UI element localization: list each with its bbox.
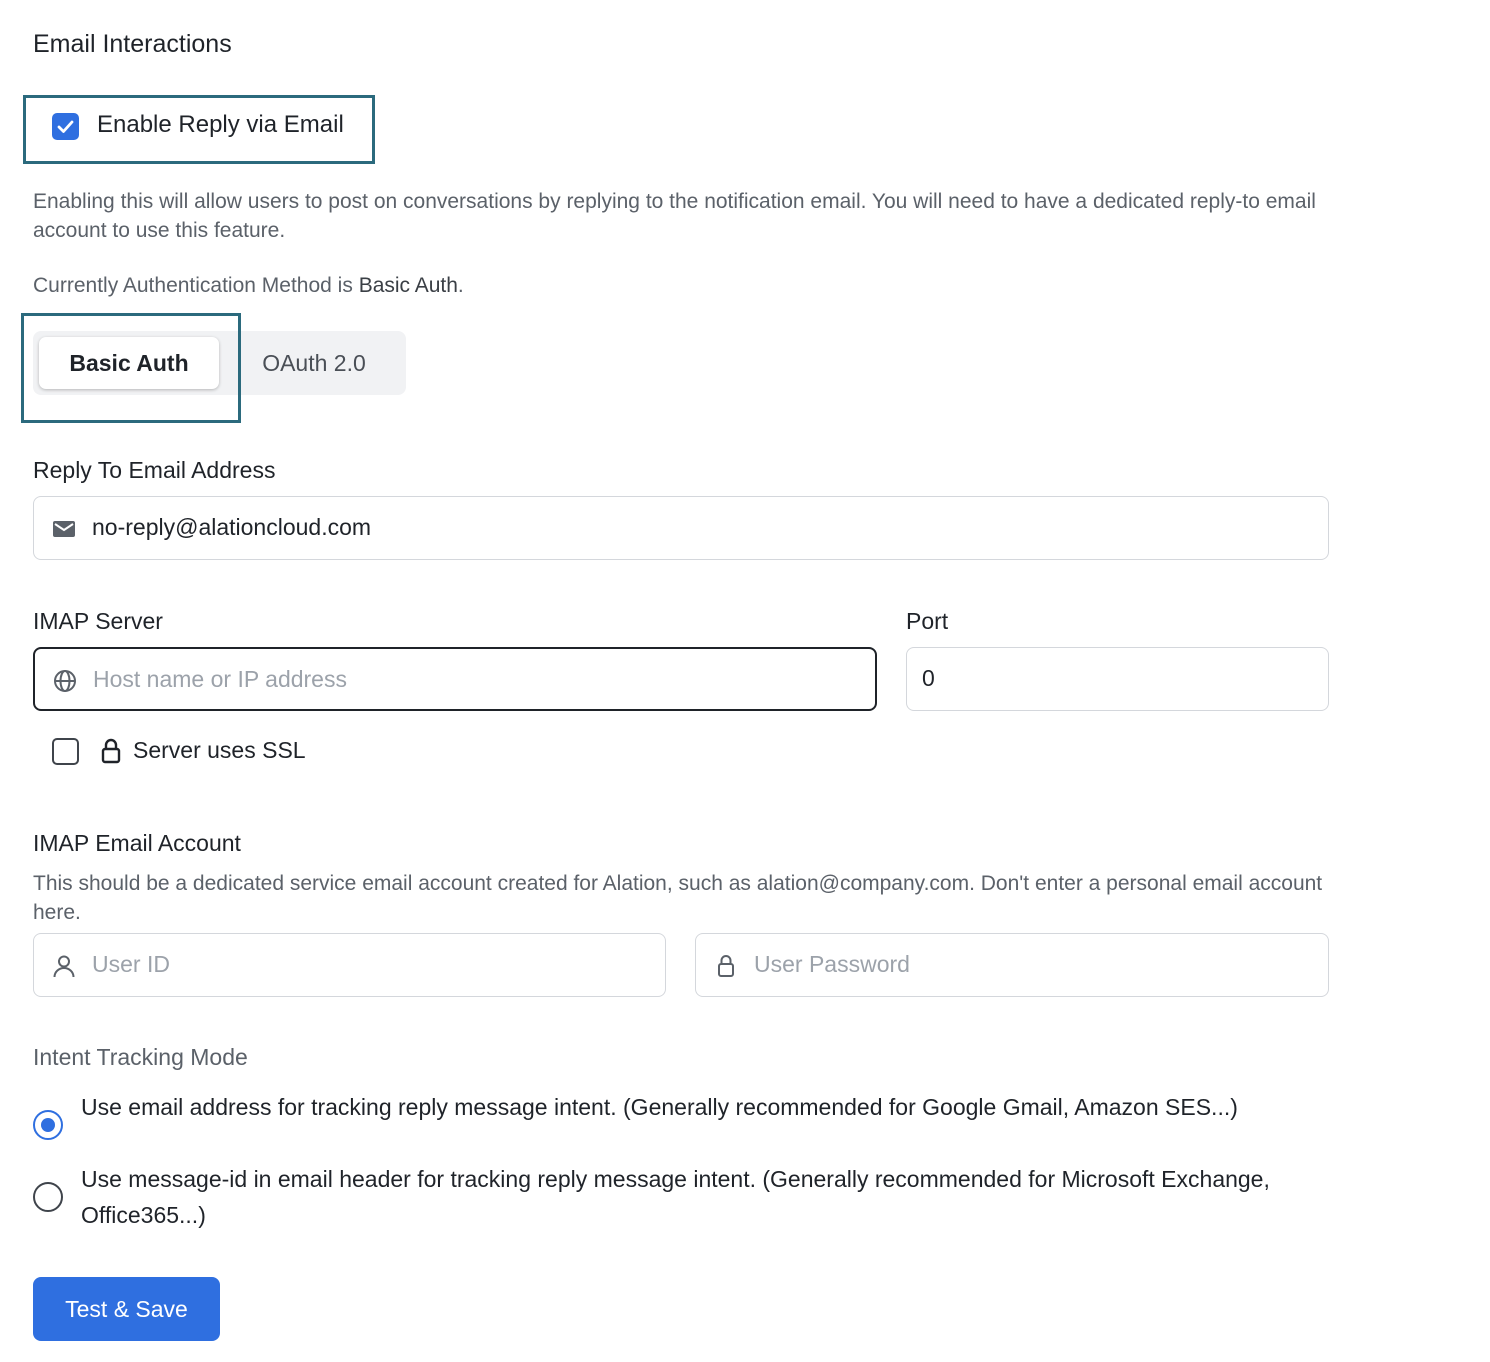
reply-to-value: no-reply@alationcloud.com xyxy=(92,514,372,540)
ssl-checkbox[interactable] xyxy=(52,738,79,765)
mail-icon xyxy=(53,521,75,537)
intent-title: Intent Tracking Mode xyxy=(33,1044,248,1070)
port-value: 0 xyxy=(922,665,935,691)
user-icon xyxy=(53,955,75,978)
auth-current-text: Currently Authentication Method is Basic… xyxy=(33,274,464,297)
imap-server-input[interactable]: Host name or IP address xyxy=(33,647,877,711)
checkmark-icon xyxy=(57,120,74,133)
auth-current-method: Basic Auth xyxy=(358,274,458,297)
imap-account-label: IMAP Email Account xyxy=(33,830,241,856)
enable-reply-help: Enabling this will allow users to post o… xyxy=(33,190,1316,242)
ssl-label[interactable]: Server uses SSL xyxy=(133,737,306,764)
reply-to-input[interactable]: no-reply@alationcloud.com xyxy=(33,496,1329,560)
globe-icon xyxy=(54,670,76,692)
intent-option-message-id-label[interactable]: Use message-id in email header for track… xyxy=(81,1161,1281,1233)
basic-auth-highlight xyxy=(21,313,241,423)
lock-icon xyxy=(718,955,734,977)
enable-reply-checkbox[interactable] xyxy=(52,113,79,140)
imap-account-help: This should be a dedicated service email… xyxy=(33,872,1323,924)
intent-radio-email[interactable] xyxy=(33,1110,63,1140)
intent-radio-message-id[interactable] xyxy=(33,1182,63,1212)
tab-oauth[interactable]: OAuth 2.0 xyxy=(222,337,406,389)
section-title: Email Interactions xyxy=(33,30,232,58)
user-id-input[interactable]: User ID xyxy=(33,933,666,997)
reply-to-label: Reply To Email Address xyxy=(33,457,276,483)
intent-option-email-label[interactable]: Use email address for tracking reply mes… xyxy=(81,1089,1281,1125)
test-save-button[interactable]: Test & Save xyxy=(33,1277,220,1341)
lock-icon xyxy=(101,738,121,764)
imap-server-label: IMAP Server xyxy=(33,608,163,634)
enable-reply-label[interactable]: Enable Reply via Email xyxy=(97,111,344,139)
password-input[interactable]: User Password xyxy=(695,933,1329,997)
port-input[interactable]: 0 xyxy=(906,647,1329,711)
imap-server-placeholder: Host name or IP address xyxy=(93,666,347,692)
port-label: Port xyxy=(906,608,949,634)
password-placeholder: User Password xyxy=(754,951,910,977)
user-id-placeholder: User ID xyxy=(92,951,170,977)
